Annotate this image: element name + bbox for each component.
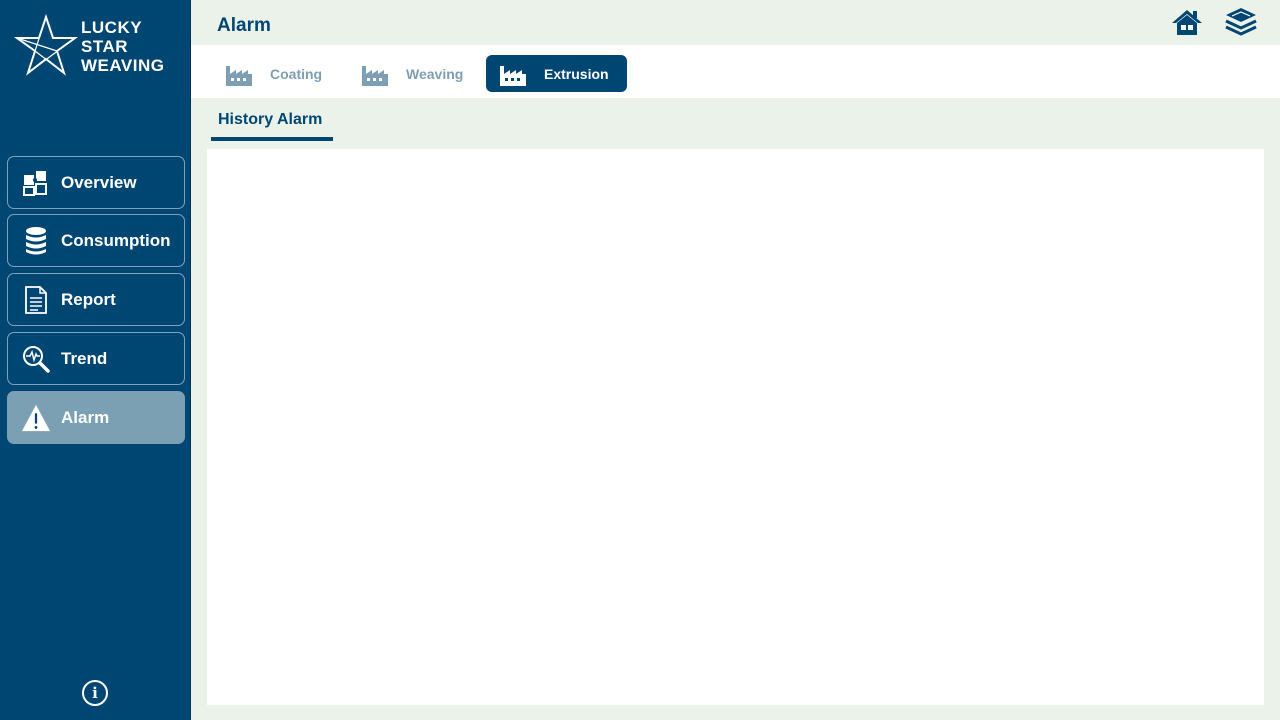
tab-extrusion[interactable]: Extrusion bbox=[486, 55, 627, 92]
tab-weaving[interactable]: Weaving bbox=[348, 55, 473, 92]
subtab-label: History Alarm bbox=[218, 111, 323, 128]
content-panel bbox=[207, 149, 1264, 705]
puzzle-icon bbox=[21, 168, 51, 198]
tab-label: Coating bbox=[270, 65, 323, 82]
info-button[interactable]: i bbox=[82, 680, 108, 706]
factory-icon bbox=[362, 65, 388, 86]
brand-name: LUCKY STAR WEAVING bbox=[81, 18, 164, 75]
brand-line-1: LUCKY bbox=[81, 18, 143, 37]
nav-label: Overview bbox=[61, 172, 137, 192]
brand-line-3: WEAVING bbox=[81, 56, 165, 75]
tab-bar: Coating Weaving Extrusion bbox=[191, 45, 1280, 98]
nav-item-alarm[interactable]: Alarm bbox=[7, 391, 185, 444]
nav-item-trend[interactable]: Trend bbox=[7, 332, 185, 385]
nav-item-report[interactable]: Report bbox=[7, 273, 185, 326]
nav-label: Consumption bbox=[61, 230, 171, 250]
layers-icon[interactable] bbox=[1224, 6, 1258, 40]
tab-label: Weaving bbox=[406, 65, 464, 82]
brand-line-2: STAR bbox=[81, 37, 129, 56]
warning-icon bbox=[21, 403, 51, 433]
sidebar: LUCKY STAR WEAVING Overview Consumption … bbox=[0, 0, 191, 720]
nav-label: Trend bbox=[61, 348, 108, 368]
factory-icon bbox=[226, 65, 252, 86]
subtab-history-alarm[interactable]: History Alarm bbox=[211, 110, 333, 141]
tab-coating[interactable]: Coating bbox=[212, 55, 332, 92]
nav-label: Alarm bbox=[61, 407, 110, 427]
factory-icon bbox=[500, 65, 526, 86]
page-title: Alarm bbox=[217, 15, 271, 36]
nav-item-overview[interactable]: Overview bbox=[7, 156, 185, 209]
star-logo-icon bbox=[14, 14, 78, 76]
brand-logo: LUCKY STAR WEAVING bbox=[14, 14, 184, 78]
database-icon bbox=[21, 226, 51, 256]
subtab-underline bbox=[211, 137, 333, 141]
nav-label: Report bbox=[61, 289, 116, 309]
document-icon bbox=[21, 285, 51, 315]
home-icon[interactable] bbox=[1170, 6, 1204, 40]
magnifier-pulse-icon bbox=[21, 344, 51, 374]
tab-label: Extrusion bbox=[544, 65, 609, 82]
nav-item-consumption[interactable]: Consumption bbox=[7, 214, 185, 267]
